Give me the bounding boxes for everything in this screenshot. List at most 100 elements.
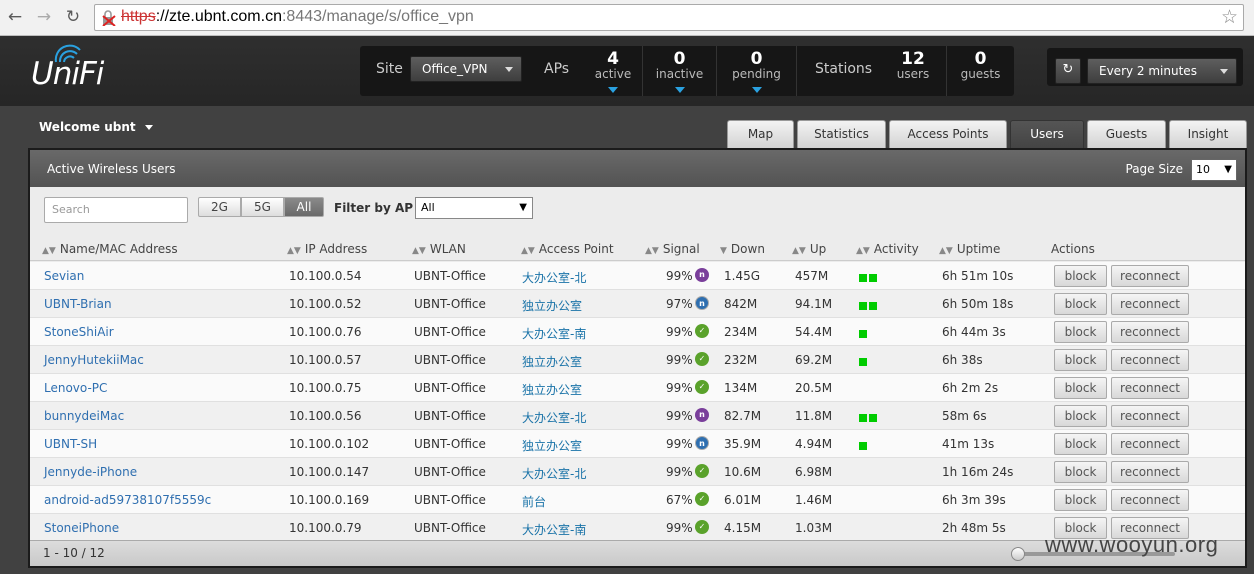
- user-name-link[interactable]: UBNT-Brian: [44, 297, 112, 311]
- filter-by-ap-select[interactable]: All ▼: [415, 197, 533, 219]
- table-row[interactable]: StoneShiAir 10.100.0.76 UBNT-Office 大办公室-南 9…: [30, 318, 1245, 346]
- col-access-point[interactable]: ▲▼ Access Point: [521, 242, 614, 256]
- block-button[interactable]: block: [1054, 293, 1107, 315]
- table-row[interactable]: UBNT-SH 10.100.0.102 UBNT-Office 独立办公室 99% n 3…: [30, 430, 1245, 458]
- col-ip[interactable]: ▲▼ IP Address: [287, 242, 367, 256]
- table-row[interactable]: Lenovo-PC 10.100.0.75 UBNT-Office 独立办公室 99% ✓…: [30, 374, 1245, 402]
- activity-bar: [859, 330, 867, 338]
- block-button[interactable]: block: [1054, 461, 1107, 483]
- user-name-link[interactable]: StoneiPhone: [44, 521, 119, 535]
- welcome-menu[interactable]: Welcome ubnt: [39, 120, 153, 134]
- down-value: 234M: [724, 325, 758, 339]
- block-button[interactable]: block: [1054, 265, 1107, 287]
- uptime-value: 6h 38s: [942, 353, 983, 367]
- access-point-link[interactable]: 独立办公室: [522, 353, 582, 370]
- forward-arrow-icon[interactable]: →: [33, 6, 55, 28]
- block-button[interactable]: block: [1054, 489, 1107, 511]
- band-5g-button[interactable]: 5G: [241, 197, 284, 217]
- col-signal[interactable]: ▲▼ Signal: [645, 242, 700, 256]
- reconnect-button[interactable]: reconnect: [1111, 433, 1189, 455]
- radio-mode-icon: n: [695, 408, 709, 422]
- col-name[interactable]: ▲▼ Name/MAC Address: [42, 242, 178, 256]
- reload-icon[interactable]: ↻: [62, 6, 84, 28]
- stat-active-label: active: [594, 67, 632, 81]
- address-bar[interactable]: https://zte.ubnt.com.cn:8443/manage/s/of…: [94, 4, 1244, 31]
- col-activity[interactable]: ▲▼ Activity: [856, 242, 919, 256]
- table-row[interactable]: Jennyde-iPhone 10.100.0.147 UBNT-Office 大办公…: [30, 458, 1245, 486]
- access-point-link[interactable]: 大办公室-北: [522, 269, 586, 286]
- sort-icon: ▲▼: [792, 246, 806, 256]
- reconnect-button[interactable]: reconnect: [1111, 377, 1189, 399]
- tab-access-points[interactable]: Access Points: [889, 120, 1007, 148]
- refresh-interval-select[interactable]: Every 2 minutes: [1087, 58, 1237, 84]
- search-input[interactable]: Search: [44, 197, 188, 223]
- tab-insight[interactable]: Insight: [1169, 120, 1247, 148]
- access-point-link[interactable]: 前台: [522, 493, 546, 510]
- reconnect-button[interactable]: reconnect: [1111, 461, 1189, 483]
- reconnect-button[interactable]: reconnect: [1111, 321, 1189, 343]
- chevron-down-icon: ▼: [1224, 164, 1232, 175]
- stat-users-count: 12: [901, 49, 925, 69]
- stat-guests[interactable]: 0 guests: [946, 46, 1014, 96]
- activity-bar: [869, 302, 877, 310]
- bookmark-star-icon[interactable]: ☆: [1221, 6, 1238, 28]
- slider-knob[interactable]: [1011, 547, 1025, 561]
- access-point-link[interactable]: 大办公室-北: [522, 409, 586, 426]
- signal-value: 67%: [666, 493, 693, 507]
- block-button[interactable]: block: [1054, 433, 1107, 455]
- reconnect-button[interactable]: reconnect: [1111, 349, 1189, 371]
- access-point-link[interactable]: 独立办公室: [522, 381, 582, 398]
- table-row[interactable]: android-ad59738107f5559c 10.100.0.169 UBNT…: [30, 486, 1245, 514]
- access-point-link[interactable]: 大办公室-南: [522, 521, 586, 538]
- tab-users[interactable]: Users: [1010, 120, 1084, 148]
- col-uptime[interactable]: ▲▼ Uptime: [939, 242, 1000, 256]
- block-button[interactable]: block: [1054, 349, 1107, 371]
- access-point-link[interactable]: 独立办公室: [522, 297, 582, 314]
- page-size-select[interactable]: 10 ▼: [1191, 159, 1237, 181]
- reconnect-button[interactable]: reconnect: [1111, 265, 1189, 287]
- user-name-link[interactable]: Sevian: [44, 269, 84, 283]
- tab-map[interactable]: Map: [727, 120, 794, 148]
- up-value: 457M: [795, 269, 829, 283]
- band-2g-button[interactable]: 2G: [198, 197, 241, 217]
- user-name-link[interactable]: JennyHutekiiMac: [44, 353, 144, 367]
- user-name-link[interactable]: Lenovo-PC: [44, 381, 107, 395]
- user-name-link[interactable]: Jennyde-iPhone: [44, 465, 137, 479]
- back-arrow-icon[interactable]: ←: [4, 6, 26, 28]
- table-row[interactable]: bunnydeiMac 10.100.0.56 UBNT-Office 大办公室-北 9…: [30, 402, 1245, 430]
- stat-users[interactable]: 12 users: [880, 46, 946, 96]
- access-point-link[interactable]: 大办公室-北: [522, 465, 586, 482]
- block-button[interactable]: block: [1054, 377, 1107, 399]
- reconnect-button[interactable]: reconnect: [1111, 489, 1189, 511]
- col-up[interactable]: ▲▼ Up: [792, 242, 826, 256]
- band-all-button[interactable]: All: [284, 197, 324, 217]
- activity-indicator: [859, 327, 869, 338]
- access-point-link[interactable]: 大办公室-南: [522, 325, 586, 342]
- user-name-link[interactable]: bunnydeiMac: [44, 409, 124, 423]
- stat-inactive[interactable]: 0 inactive: [642, 46, 716, 96]
- access-point-link[interactable]: 独立办公室: [522, 437, 582, 454]
- radio-mode-icon: ✓: [695, 380, 709, 394]
- block-button[interactable]: block: [1054, 321, 1107, 343]
- signal-cell: 99% n: [666, 436, 709, 451]
- stat-active[interactable]: 4 active: [584, 46, 642, 96]
- table-row[interactable]: UBNT-Brian 10.100.0.52 UBNT-Office 独立办公室 97%…: [30, 290, 1245, 318]
- user-name-link[interactable]: android-ad59738107f5559c: [44, 493, 211, 507]
- table-row[interactable]: Sevian 10.100.0.54 UBNT-Office 大办公室-北 99% n 1.…: [30, 262, 1245, 290]
- activity-bar: [869, 414, 877, 422]
- tab-guests[interactable]: Guests: [1087, 120, 1166, 148]
- user-name-link[interactable]: UBNT-SH: [44, 437, 97, 451]
- reconnect-button[interactable]: reconnect: [1111, 293, 1189, 315]
- refresh-icon[interactable]: ↻: [1055, 58, 1081, 84]
- wlan-name: UBNT-Office: [414, 269, 486, 283]
- site-select[interactable]: Office_VPN: [410, 56, 522, 82]
- user-name-link[interactable]: StoneShiAir: [44, 325, 114, 339]
- site-label: Site: [376, 61, 403, 77]
- block-button[interactable]: block: [1054, 405, 1107, 427]
- table-row[interactable]: JennyHutekiiMac 10.100.0.57 UBNT-Office 独立办…: [30, 346, 1245, 374]
- col-wlan[interactable]: ▲▼ WLAN: [412, 242, 466, 256]
- tab-statistics[interactable]: Statistics: [797, 120, 886, 148]
- col-down[interactable]: ▼ Down: [720, 242, 765, 256]
- reconnect-button[interactable]: reconnect: [1111, 405, 1189, 427]
- stat-pending[interactable]: 0 pending: [716, 46, 796, 96]
